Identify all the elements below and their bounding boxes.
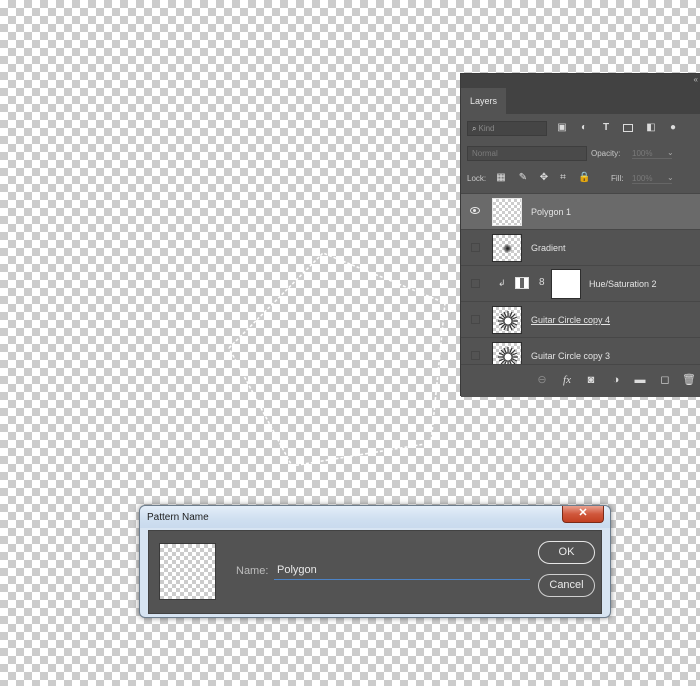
fill-label: Fill:	[611, 174, 624, 183]
layer-row[interactable]: Gradient	[461, 229, 700, 265]
gradient-thumb-icon	[503, 244, 512, 253]
panel-tabbar: Layers	[461, 88, 700, 114]
opacity-label: Opacity:	[591, 149, 621, 158]
chain-link-icon[interactable]: 8	[539, 277, 545, 288]
filter-pixel-icon[interactable]: ▣	[555, 121, 569, 135]
lock-row: Lock: ▦ ✎ ✥ ⌗ 🔒 Fill: 100% ⌄	[461, 166, 700, 191]
close-icon: ✕	[578, 507, 588, 519]
opacity-field[interactable]: 100%	[632, 149, 672, 159]
ok-button[interactable]: OK	[538, 541, 595, 564]
clip-arrow-icon: ↲	[498, 278, 506, 288]
lock-all-icon[interactable]: 🔒	[578, 172, 590, 184]
layer-name: Guitar Circle copy 3	[531, 351, 611, 361]
chevron-down-icon[interactable]: ⌄	[667, 148, 674, 157]
lock-artboard-icon[interactable]: ⌗	[557, 172, 569, 184]
layer-name: Polygon 1	[531, 207, 572, 217]
hidden-visibility-icon	[471, 351, 480, 360]
lock-transparent-icon[interactable]: ▦	[495, 172, 507, 184]
layer-thumbnail	[492, 198, 522, 226]
pattern-name-dialog: Pattern Name ✕ Name: OK Cancel	[139, 505, 611, 618]
name-label: Name:	[236, 565, 269, 577]
eye-icon	[470, 207, 480, 214]
lock-position-icon[interactable]: ✥	[538, 172, 550, 184]
filter-shape-icon[interactable]	[623, 124, 633, 132]
link-icon[interactable]: ⊖	[534, 373, 550, 387]
filter-kind-label: Kind	[478, 124, 495, 133]
collapse-icon[interactable]: «	[694, 75, 698, 84]
trash-icon[interactable]: 🗑	[681, 373, 697, 387]
blend-row: Normal Opacity: 100% ⌄	[461, 141, 700, 166]
visibility-toggle[interactable]	[461, 194, 489, 230]
visibility-toggle[interactable]	[461, 302, 489, 338]
filter-row: ⌕ Kind ▣ ◐ T ◧ ●	[461, 116, 700, 141]
layer-thumbnail	[492, 306, 522, 334]
pattern-name-input[interactable]	[274, 561, 530, 580]
layer-name: Hue/Saturation 2	[589, 279, 657, 289]
layer-row[interactable]: ↲ 8 Hue/Saturation 2	[461, 265, 700, 301]
layer-row[interactable]: Guitar Circle copy 4	[461, 301, 700, 337]
filter-adjustment-icon[interactable]: ◐	[577, 121, 591, 135]
panel-header-strip: «	[461, 74, 700, 88]
dialog-body: Name: OK Cancel	[148, 530, 602, 614]
hidden-visibility-icon	[471, 243, 480, 252]
layer-mask-thumbnail[interactable]	[551, 269, 581, 299]
visibility-toggle[interactable]	[461, 266, 489, 302]
layer-row[interactable]: Polygon 1	[461, 193, 700, 229]
blend-mode-select[interactable]: Normal	[467, 146, 587, 161]
visibility-toggle[interactable]	[461, 230, 489, 266]
adjustment-icon[interactable]: ◑	[608, 373, 624, 387]
layers-panel: « Layers ⌕ Kind ▣ ◐ T ◧ ● Normal Opacity:…	[460, 73, 700, 397]
starburst-icon	[498, 311, 518, 331]
hidden-visibility-icon	[471, 279, 480, 288]
layer-thumbnail	[492, 234, 522, 262]
filter-smartobject-icon[interactable]: ◧	[644, 121, 658, 135]
fill-field[interactable]: 100%	[632, 174, 672, 184]
filter-toggle-icon[interactable]: ●	[666, 121, 680, 135]
filter-type-icon[interactable]: T	[599, 121, 613, 135]
close-button[interactable]: ✕	[562, 506, 604, 523]
fx-icon[interactable]: fx	[559, 373, 575, 387]
cancel-button[interactable]: Cancel	[538, 574, 595, 597]
dialog-title: Pattern Name	[147, 512, 209, 523]
hidden-visibility-icon	[471, 315, 480, 324]
lock-brush-icon[interactable]: ✎	[517, 172, 529, 184]
lock-label: Lock:	[467, 174, 487, 183]
mask-icon[interactable]: ◙	[583, 373, 599, 387]
hue-saturation-icon	[515, 277, 529, 289]
pattern-preview	[159, 543, 216, 600]
new-layer-icon[interactable]: ◻	[657, 373, 673, 387]
search-icon: ⌕	[472, 124, 477, 133]
folder-icon[interactable]: ▬	[632, 373, 648, 387]
chevron-down-icon[interactable]: ⌄	[667, 173, 674, 182]
tab-layers[interactable]: Layers	[461, 88, 506, 114]
layer-name: Gradient	[531, 243, 566, 253]
dialog-titlebar[interactable]: Pattern Name ✕	[140, 506, 610, 528]
layers-panel-footer: ⊖ fx ◙ ◑ ▬ ◻ 🗑	[461, 364, 700, 397]
filter-kind-select[interactable]: ⌕ Kind	[467, 121, 547, 136]
layer-name: Guitar Circle copy 4	[531, 315, 611, 325]
